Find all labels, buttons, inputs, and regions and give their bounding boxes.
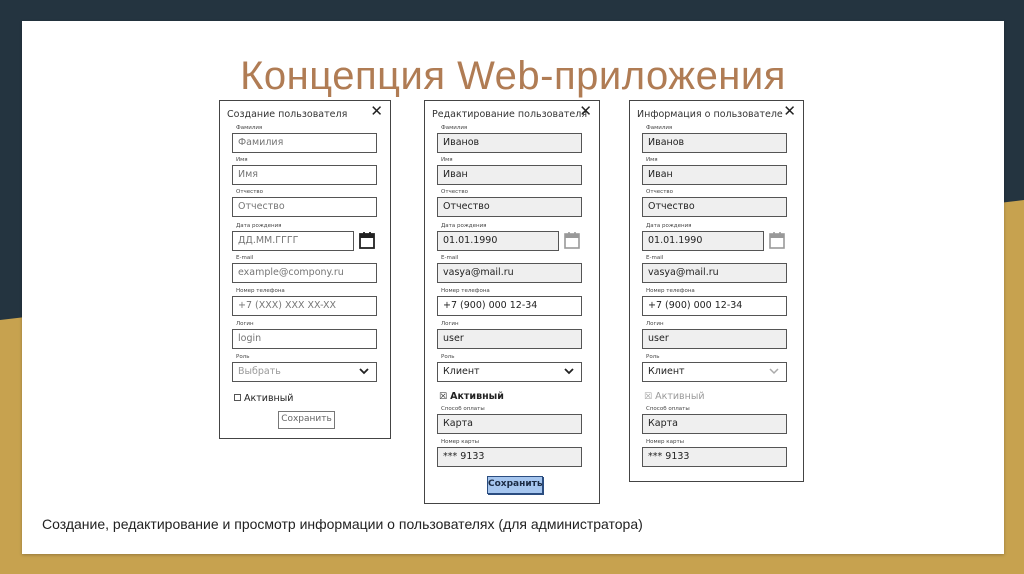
field-label: Способ оплаты (645, 406, 691, 412)
panel-title: Информация о пользователе (637, 109, 783, 120)
patronymic-value: Отчество (642, 197, 787, 217)
chevron-down-icon (769, 368, 779, 375)
active-label: Активный (655, 391, 705, 402)
calendar-icon[interactable] (359, 231, 375, 249)
field-label: E-mail (440, 255, 460, 261)
close-icon[interactable]: ✕ (783, 104, 796, 119)
phone-input[interactable] (443, 297, 581, 314)
user-info-panel: Информация о пользователе ✕ Иванов Фамил… (629, 100, 804, 482)
field-label: Роль (645, 354, 661, 360)
field-label: Номер телефона (440, 288, 491, 294)
field-label: Логин (440, 321, 460, 327)
field-label: Фамилия (645, 125, 674, 131)
first-name-value: Иван (642, 165, 787, 185)
field-label: Дата рождения (235, 223, 283, 229)
field-label: Отчество (440, 189, 470, 195)
field-label: Имя (645, 157, 659, 163)
field-label: Отчество (235, 189, 265, 195)
role-select: Клиент (642, 362, 787, 382)
role-select[interactable]: Клиент (437, 362, 582, 382)
field-label: Логин (235, 321, 255, 327)
payment-method-value: Карта (642, 414, 787, 434)
edit-user-panel: Редактирование пользователя ✕ Фамилия Им… (424, 100, 600, 504)
create-user-panel: Создание пользователя ✕ Фамилия Имя Отче… (219, 100, 391, 439)
field-label: Номер карты (440, 439, 481, 445)
chevron-down-icon (359, 368, 369, 375)
role-select[interactable]: Выбрать (232, 362, 377, 382)
slide-title: Концепция Web-приложения (240, 54, 786, 98)
patronymic-input[interactable] (443, 198, 581, 215)
last-name-value: Иванов (642, 133, 787, 153)
login-input[interactable] (238, 330, 376, 347)
first-name-input[interactable] (238, 166, 376, 183)
checkbox-icon: ☒ (439, 392, 448, 402)
field-label: Фамилия (235, 125, 264, 131)
slide-caption: Создание, редактирование и просмотр инфо… (42, 516, 643, 532)
email-input[interactable] (443, 264, 581, 281)
phone-input[interactable] (238, 297, 376, 314)
field-label: Номер телефона (645, 288, 696, 294)
card-number-value: *** 9133 (642, 447, 787, 467)
field-label: Имя (440, 157, 454, 163)
birth-date-input[interactable] (443, 232, 558, 249)
last-name-input[interactable] (238, 134, 376, 151)
role-select-value: Выбрать (238, 366, 281, 377)
email-input[interactable] (238, 264, 376, 281)
last-name-input[interactable] (443, 134, 581, 151)
patronymic-input[interactable] (238, 198, 376, 215)
panel-title: Создание пользователя (227, 109, 348, 120)
field-label: Отчество (645, 189, 675, 195)
login-input[interactable] (443, 330, 581, 347)
birth-date-input[interactable] (238, 232, 353, 249)
field-label: Логин (645, 321, 665, 327)
field-label: Фамилия (440, 125, 469, 131)
field-label: E-mail (645, 255, 665, 261)
card-number-input[interactable] (443, 448, 581, 465)
phone-value: +7 (900) 000 12-34 (642, 296, 787, 316)
field-label: Имя (235, 157, 249, 163)
active-checkbox[interactable]: Активный (234, 393, 293, 404)
chevron-down-icon (564, 368, 574, 375)
role-select-value: Клиент (648, 366, 685, 377)
active-checkbox: ☒ Активный (644, 391, 705, 402)
field-label: Номер карты (645, 439, 686, 445)
field-label: Роль (235, 354, 251, 360)
field-label: E-mail (235, 255, 255, 261)
field-label: Роль (440, 354, 456, 360)
field-label: Дата рождения (440, 223, 488, 229)
active-label: Активный (244, 393, 294, 404)
calendar-icon (769, 232, 785, 249)
login-value: user (642, 329, 787, 349)
active-label: Активный (450, 391, 504, 402)
panel-title: Редактирование пользователя (432, 109, 588, 120)
save-button[interactable]: Сохранить (278, 411, 335, 429)
field-label: Номер телефона (235, 288, 286, 294)
checkbox-icon (234, 394, 241, 401)
field-label: Дата рождения (645, 223, 693, 229)
close-icon[interactable]: ✕ (579, 104, 592, 119)
calendar-icon[interactable] (564, 231, 580, 249)
role-select-value: Клиент (443, 366, 480, 377)
active-checkbox[interactable]: ☒ Активный (439, 391, 504, 402)
close-icon[interactable]: ✕ (370, 104, 383, 119)
payment-method-input[interactable] (443, 415, 581, 432)
birth-date-value: 01.01.1990 (642, 231, 764, 251)
field-label: Способ оплаты (440, 406, 486, 412)
email-value: vasya@mail.ru (642, 263, 787, 283)
first-name-input[interactable] (443, 166, 581, 183)
checkbox-icon: ☒ (644, 392, 653, 402)
save-button[interactable]: Сохранить (487, 476, 543, 494)
